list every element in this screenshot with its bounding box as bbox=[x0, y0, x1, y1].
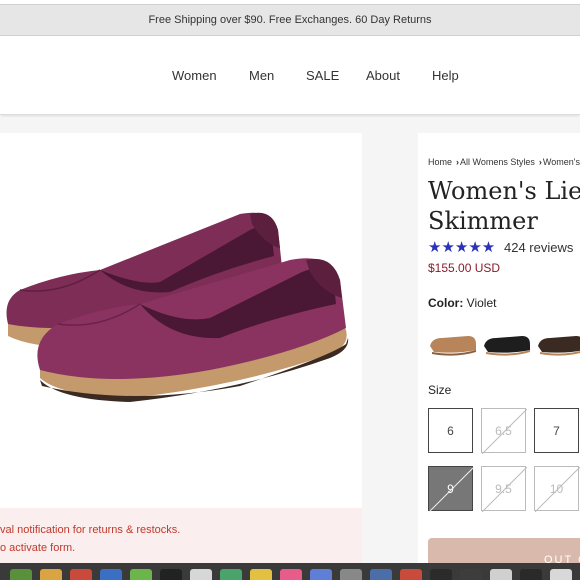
dock-app-icon[interactable] bbox=[400, 569, 422, 580]
breadcrumb: Home ›All Womens Styles ›Women's bbox=[428, 157, 580, 167]
nav-men[interactable]: Men bbox=[249, 68, 274, 83]
dock-app-icon[interactable] bbox=[40, 569, 62, 580]
dock-app-icon[interactable] bbox=[340, 569, 362, 580]
nav-about[interactable]: About bbox=[366, 68, 400, 83]
unavailable-slash-icon bbox=[429, 467, 474, 512]
product-title: Women's Lies Skimmer bbox=[428, 176, 580, 236]
size-option-9-5[interactable]: 9.5 bbox=[481, 466, 527, 512]
product-image[interactable] bbox=[0, 200, 362, 430]
notice-line-1: val notification for returns & restocks. bbox=[0, 524, 181, 536]
nav-sale[interactable]: SALE bbox=[306, 68, 339, 83]
dock-app-icon[interactable] bbox=[70, 569, 92, 580]
nav-women[interactable]: Women bbox=[172, 68, 217, 83]
color-swatch-tan[interactable] bbox=[428, 330, 480, 356]
size-option-10[interactable]: 10 bbox=[534, 466, 580, 512]
product-title-line-1: Women's Lies bbox=[428, 177, 580, 205]
review-count[interactable]: 424 reviews bbox=[504, 240, 573, 255]
dock-app-icon[interactable] bbox=[280, 569, 302, 580]
color-swatch-black[interactable] bbox=[482, 330, 534, 356]
color-label-text: Color: bbox=[428, 296, 464, 310]
dock-app-icon[interactable] bbox=[490, 569, 512, 580]
size-option-6[interactable]: 6 bbox=[428, 408, 473, 453]
chevron-right-icon: › bbox=[538, 157, 542, 167]
breadcrumb-current: Women's bbox=[542, 157, 580, 167]
notice-line-2: o activate form. bbox=[0, 542, 76, 554]
breadcrumb-home[interactable]: Home bbox=[428, 157, 452, 167]
main-nav: Women Men SALE About Help bbox=[0, 37, 580, 115]
size-option-7[interactable]: 7 bbox=[534, 408, 579, 453]
dock-app-icon[interactable] bbox=[130, 569, 152, 580]
dock-app-icon[interactable] bbox=[250, 569, 272, 580]
color-label: Color: Violet bbox=[428, 296, 496, 310]
color-value: Violet bbox=[466, 296, 497, 310]
size-value: 7 bbox=[553, 423, 560, 438]
product-price: $155.00 USD bbox=[428, 261, 501, 275]
unavailable-slash-icon bbox=[482, 409, 527, 454]
color-swatch-brown[interactable] bbox=[536, 330, 580, 356]
product-title-line-2: Skimmer bbox=[428, 207, 538, 235]
restock-notice[interactable]: val notification for returns & restocks.… bbox=[0, 508, 362, 568]
dock-app-icon[interactable] bbox=[520, 569, 542, 580]
dock-app-icon[interactable] bbox=[10, 569, 32, 580]
dock-app-icon[interactable] bbox=[190, 569, 212, 580]
chevron-right-icon: › bbox=[456, 157, 460, 167]
rating-stars[interactable]: ★★★★★ bbox=[428, 238, 495, 256]
size-value: 6 bbox=[447, 423, 454, 438]
dock-app-icon[interactable] bbox=[460, 569, 482, 580]
size-option-6-5[interactable]: 6.5 bbox=[481, 408, 527, 454]
shoe-illustration bbox=[6, 212, 349, 402]
dock-app-icon[interactable] bbox=[310, 569, 332, 580]
dock-app-icon[interactable] bbox=[370, 569, 392, 580]
dock-app-icon[interactable] bbox=[550, 569, 572, 580]
unavailable-slash-icon bbox=[535, 467, 580, 512]
nav-help[interactable]: Help bbox=[432, 68, 459, 83]
dock-app-icon[interactable] bbox=[160, 569, 182, 580]
breadcrumb-category[interactable]: All Womens Styles bbox=[460, 157, 535, 167]
dock-app-icon[interactable] bbox=[220, 569, 242, 580]
promo-banner: Free Shipping over $90. Free Exchanges. … bbox=[0, 4, 580, 36]
size-option-9[interactable]: 9 bbox=[428, 466, 474, 512]
dock-app-icon[interactable] bbox=[430, 569, 452, 580]
os-dock bbox=[0, 563, 580, 580]
promo-text: Free Shipping over $90. Free Exchanges. … bbox=[148, 14, 432, 26]
size-label: Size bbox=[428, 383, 452, 397]
dock-app-icon[interactable] bbox=[100, 569, 122, 580]
unavailable-slash-icon bbox=[482, 467, 527, 512]
